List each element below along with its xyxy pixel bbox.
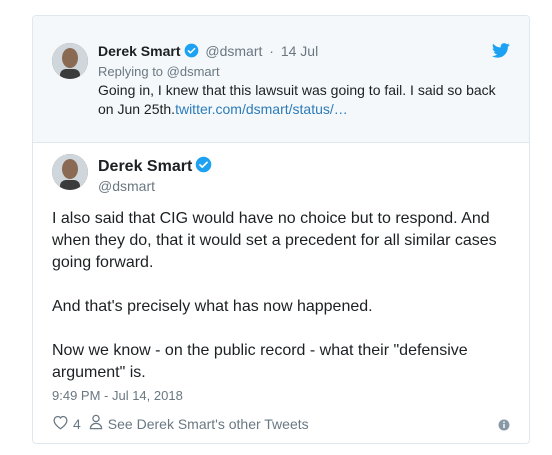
author-handle[interactable]: @dsmart — [205, 43, 262, 59]
heart-icon[interactable] — [52, 414, 69, 433]
person-icon[interactable] — [89, 414, 103, 433]
author-name[interactable]: Derek Smart — [98, 158, 192, 175]
info-icon[interactable] — [498, 418, 510, 436]
see-other-tweets-link[interactable]: See Derek Smart's other Tweets — [108, 416, 309, 432]
tweet-actions: 4 See Derek Smart's other Tweets — [52, 414, 309, 433]
quoted-tweet[interactable]: Derek Smart @dsmart · 14 Jul Replying to… — [33, 16, 529, 143]
twitter-bird-icon[interactable] — [492, 43, 510, 63]
author-name[interactable]: Derek Smart — [98, 43, 181, 59]
author-name-row: Derek Smart — [98, 156, 212, 178]
quoted-author-row: Derek Smart @dsmart · 14 Jul — [98, 43, 318, 61]
quoted-status-link[interactable]: twitter.com/dsmart/status/… — [175, 101, 348, 117]
verified-badge-icon — [195, 156, 212, 178]
verified-badge-icon — [184, 43, 199, 61]
quoted-tweet-text: Going in, I knew that this lawsuit was g… — [98, 81, 503, 119]
author-handle[interactable]: @dsmart — [98, 178, 155, 194]
tweet-paragraph: I also said that CIG would have no choic… — [52, 210, 497, 271]
like-count[interactable]: 4 — [73, 416, 81, 432]
tweet-timestamp[interactable]: 9:49 PM - Jul 14, 2018 — [52, 388, 183, 403]
tweet-date[interactable]: 14 Jul — [281, 43, 318, 59]
tweet-paragraph: Now we know - on the public record - wha… — [52, 342, 468, 381]
tweet-text: I also said that CIG would have no choic… — [52, 208, 512, 406]
avatar[interactable] — [52, 43, 88, 79]
replying-to: Replying to @dsmart — [98, 64, 220, 79]
separator: · — [269, 43, 274, 59]
embedded-tweet-card: Derek Smart @dsmart · 14 Jul Replying to… — [32, 15, 530, 444]
tweet-paragraph: And that's precisely what has now happen… — [52, 298, 373, 315]
avatar[interactable] — [52, 154, 88, 190]
